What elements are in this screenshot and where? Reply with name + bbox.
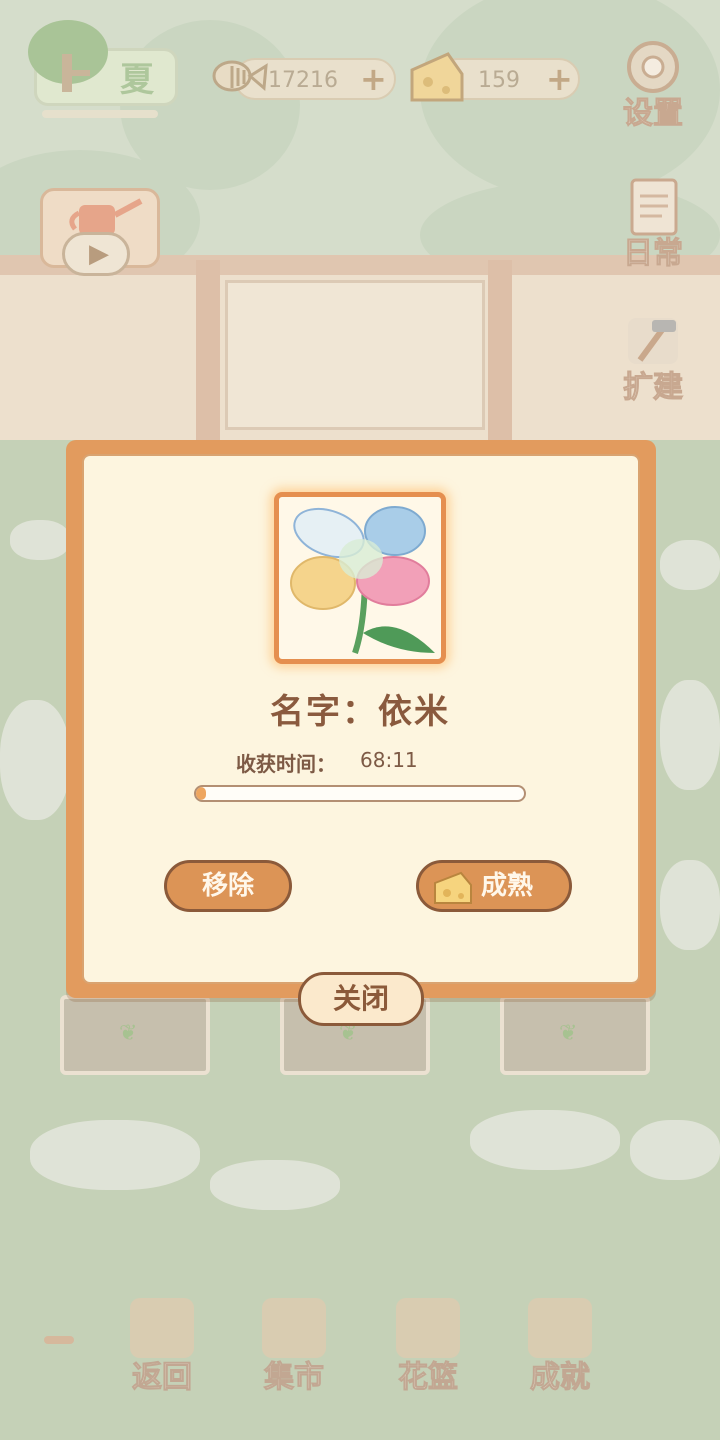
cheese-icon [434,871,472,904]
flower-basket-icon [396,1298,460,1358]
nav-basket[interactable]: 花篮 [378,1298,478,1398]
expand-label: 扩建 [623,370,684,406]
nav-back-label: 返回 [132,1360,193,1396]
tree-icon [28,20,108,92]
flower-icon [290,506,435,654]
expand-button[interactable]: 扩建 [608,310,698,410]
fish-currency-value: 17216 [268,68,338,93]
harvest-time-value: 68:11 [360,748,418,772]
season-progress [42,110,158,118]
cheese-add-button[interactable]: + [546,62,573,96]
season-label: 夏 [120,60,154,100]
daily-button[interactable]: 日常 [608,176,698,276]
fish-add-button[interactable]: + [360,62,387,96]
nav-handle [44,1336,74,1344]
ripen-label: 成熟 [481,871,534,901]
close-button[interactable]: 关闭 [298,972,424,1026]
fish-bone-icon [212,60,268,92]
nav-basket-label: 花篮 [398,1360,459,1396]
nav-market-label: 集市 [264,1360,325,1396]
market-stall-icon [262,1298,326,1358]
flower-name: 名字：依米 [270,692,450,732]
settings-button[interactable]: 设置 [608,36,698,136]
nav-achievements-label: 成就 [530,1360,591,1396]
cheese-icon [410,52,464,102]
growth-progress-bar [194,785,526,802]
play-icon: ▶ [89,239,109,269]
settings-label: 设置 [623,96,684,132]
nav-back[interactable]: 返回 [112,1298,212,1398]
harvest-time-label: 收获时间： [236,752,336,776]
ripen-button[interactable]: 成熟 [416,860,572,912]
trophy-icon [528,1298,592,1358]
window-icon [130,1298,194,1358]
cheese-currency-value: 159 [478,68,520,93]
nav-achievements[interactable]: 成就 [510,1298,610,1398]
play-ad-button[interactable]: ▶ [62,232,130,276]
remove-button[interactable]: 移除 [164,860,292,912]
flower-portrait [274,492,446,664]
growth-progress-fill [196,787,206,800]
daily-label: 日常 [623,236,684,272]
nav-market[interactable]: 集市 [244,1298,344,1398]
